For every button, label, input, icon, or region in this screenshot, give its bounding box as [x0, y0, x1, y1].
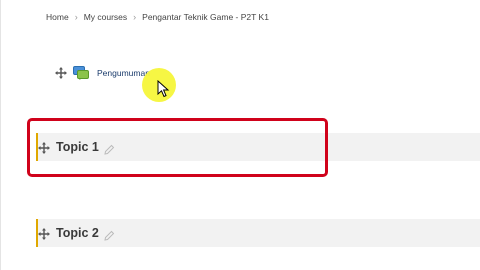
breadcrumb: Home › My courses › Pengantar Teknik Gam…	[46, 12, 269, 22]
breadcrumb-course[interactable]: Pengantar Teknik Game - P2T K1	[142, 12, 269, 22]
activity-label[interactable]: Pengumuman	[97, 68, 150, 78]
breadcrumb-my-courses[interactable]: My courses	[84, 12, 127, 22]
highlight-box	[27, 118, 328, 177]
forum-icon	[73, 66, 89, 80]
activity-forum[interactable]: Pengumuman	[55, 66, 150, 80]
mouse-cursor-icon	[157, 79, 171, 98]
breadcrumb-separator: ›	[74, 12, 78, 22]
edit-pencil-icon[interactable]	[104, 228, 115, 241]
section-title[interactable]: Topic 2	[56, 226, 99, 240]
breadcrumb-home[interactable]: Home	[46, 12, 69, 22]
breadcrumb-separator: ›	[133, 12, 137, 22]
move-icon[interactable]	[38, 227, 50, 240]
left-border	[0, 0, 1, 270]
section-topic-2	[36, 219, 480, 247]
move-icon[interactable]	[55, 67, 67, 79]
